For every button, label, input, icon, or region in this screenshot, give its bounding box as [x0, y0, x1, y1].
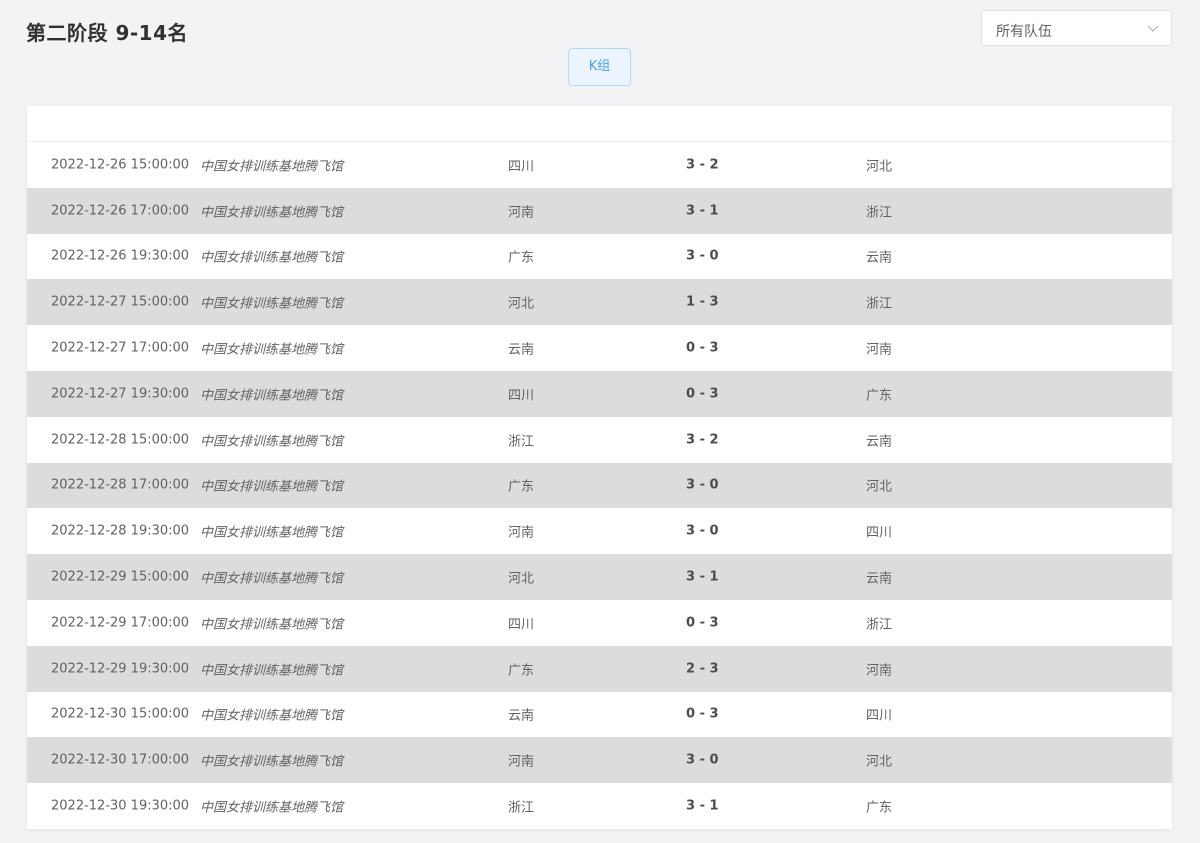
home-team: 河北 — [508, 296, 535, 312]
home-team: 四川 — [508, 617, 535, 633]
table-row: 2022-12-28 19:30:00 中国女排训练基地腾飞馆 河南 3 - 0… — [27, 508, 1172, 554]
away-team: 浙江 — [866, 205, 893, 221]
match-venue: 中国女排训练基地腾飞馆 — [200, 525, 344, 541]
match-score: 3 - 0 — [686, 477, 719, 493]
match-time: 2022-12-29 19:30:00 — [51, 661, 190, 677]
match-venue: 中国女排训练基地腾飞馆 — [200, 617, 344, 633]
table-row: 2022-12-26 19:30:00 中国女排训练基地腾飞馆 广东 3 - 0… — [27, 234, 1172, 280]
match-time: 2022-12-29 17:00:00 — [51, 615, 190, 631]
home-team: 广东 — [508, 479, 535, 495]
match-score: 1 - 3 — [686, 294, 719, 310]
away-team: 浙江 — [866, 296, 893, 312]
team-filter-select[interactable]: 所有队伍 — [981, 10, 1172, 46]
table-row: 2022-12-29 15:00:00 中国女排训练基地腾飞馆 河北 3 - 1… — [27, 554, 1172, 600]
away-team: 四川 — [866, 708, 893, 724]
away-team: 河北 — [866, 479, 893, 495]
home-team: 云南 — [508, 708, 535, 724]
match-time: 2022-12-26 17:00:00 — [51, 203, 190, 219]
match-time: 2022-12-29 15:00:00 — [51, 569, 190, 585]
match-venue: 中国女排训练基地腾飞馆 — [200, 800, 344, 816]
match-score: 3 - 1 — [686, 798, 719, 814]
match-venue: 中国女排训练基地腾飞馆 — [200, 250, 344, 266]
home-team: 浙江 — [508, 434, 535, 450]
table-row: 2022-12-26 15:00:00 中国女排训练基地腾飞馆 四川 3 - 2… — [27, 142, 1172, 188]
match-time: 2022-12-30 19:30:00 — [51, 798, 190, 814]
match-venue: 中国女排训练基地腾飞馆 — [200, 296, 344, 312]
home-team: 四川 — [508, 388, 535, 404]
match-venue: 中国女排训练基地腾飞馆 — [200, 388, 344, 404]
table-row: 2022-12-27 15:00:00 中国女排训练基地腾飞馆 河北 1 - 3… — [27, 279, 1172, 326]
match-score: 3 - 1 — [686, 203, 719, 219]
team-filter-value: 所有队伍 — [996, 24, 1052, 40]
home-team: 河北 — [508, 571, 535, 587]
table-row: 2022-12-27 19:30:00 中国女排训练基地腾飞馆 四川 0 - 3… — [27, 370, 1172, 417]
away-team: 四川 — [866, 525, 893, 541]
match-time: 2022-12-30 17:00:00 — [51, 752, 190, 768]
match-venue: 中国女排训练基地腾飞馆 — [200, 663, 344, 679]
match-time: 2022-12-28 17:00:00 — [51, 477, 190, 493]
match-venue: 中国女排训练基地腾飞馆 — [200, 708, 344, 724]
home-team: 河南 — [508, 205, 535, 221]
match-venue: 中国女排训练基地腾飞馆 — [200, 159, 344, 175]
away-team: 云南 — [866, 571, 893, 587]
away-team: 河南 — [866, 342, 893, 358]
match-venue: 中国女排训练基地腾飞馆 — [200, 479, 344, 495]
match-score: 3 - 0 — [686, 523, 719, 539]
table-body: 2022-12-26 15:00:00 中国女排训练基地腾飞馆 四川 3 - 2… — [27, 142, 1172, 829]
away-team: 广东 — [866, 800, 893, 816]
match-score: 0 - 3 — [686, 386, 719, 402]
match-time: 2022-12-28 15:00:00 — [51, 432, 190, 448]
match-venue: 中国女排训练基地腾飞馆 — [200, 754, 344, 770]
match-time: 2022-12-26 19:30:00 — [51, 248, 190, 264]
match-table: 2022-12-26 15:00:00 中国女排训练基地腾飞馆 四川 3 - 2… — [27, 106, 1172, 829]
table-row: 2022-12-28 17:00:00 中国女排训练基地腾飞馆 广东 3 - 0… — [27, 462, 1172, 509]
chevron-down-icon — [1147, 25, 1159, 32]
match-time: 2022-12-30 15:00:00 — [51, 706, 190, 722]
match-score: 3 - 2 — [686, 157, 719, 173]
away-team: 云南 — [866, 250, 893, 266]
match-score: 3 - 0 — [686, 752, 719, 768]
match-score: 3 - 1 — [686, 569, 719, 585]
home-team: 广东 — [508, 663, 535, 679]
away-team: 河北 — [866, 754, 893, 770]
match-time: 2022-12-27 19:30:00 — [51, 386, 190, 402]
match-time: 2022-12-28 19:30:00 — [51, 523, 190, 539]
table-row: 2022-12-27 17:00:00 中国女排训练基地腾飞馆 云南 0 - 3… — [27, 325, 1172, 371]
table-row: 2022-12-29 19:30:00 中国女排训练基地腾飞馆 广东 2 - 3… — [27, 645, 1172, 692]
match-time: 2022-12-27 17:00:00 — [51, 340, 190, 356]
match-score: 0 - 3 — [686, 706, 719, 722]
page-title: 第二阶段 9-14名 — [26, 21, 189, 45]
match-venue: 中国女排训练基地腾飞馆 — [200, 571, 344, 587]
home-team: 广东 — [508, 250, 535, 266]
away-team: 浙江 — [866, 617, 893, 633]
table-row: 2022-12-30 15:00:00 中国女排训练基地腾飞馆 云南 0 - 3… — [27, 692, 1172, 738]
match-venue: 中国女排训练基地腾飞馆 — [200, 205, 344, 221]
match-time: 2022-12-26 15:00:00 — [51, 157, 190, 173]
home-team: 四川 — [508, 159, 535, 175]
match-score: 0 - 3 — [686, 340, 719, 356]
away-team: 河北 — [866, 159, 893, 175]
match-score: 3 - 2 — [686, 432, 719, 448]
table-row: 2022-12-28 15:00:00 中国女排训练基地腾飞馆 浙江 3 - 2… — [27, 417, 1172, 463]
table-row: 2022-12-30 17:00:00 中国女排训练基地腾飞馆 河南 3 - 0… — [27, 737, 1172, 784]
home-team: 云南 — [508, 342, 535, 358]
away-team: 河南 — [866, 663, 893, 679]
match-venue: 中国女排训练基地腾飞馆 — [200, 434, 344, 450]
table-row: 2022-12-29 17:00:00 中国女排训练基地腾飞馆 四川 0 - 3… — [27, 600, 1172, 646]
home-team: 河南 — [508, 754, 535, 770]
home-team: 浙江 — [508, 800, 535, 816]
match-score: 3 - 0 — [686, 248, 719, 264]
away-team: 广东 — [866, 388, 893, 404]
match-score: 2 - 3 — [686, 661, 719, 677]
match-score: 0 - 3 — [686, 615, 719, 631]
match-time: 2022-12-27 15:00:00 — [51, 294, 190, 310]
home-team: 河南 — [508, 525, 535, 541]
table-row: 2022-12-26 17:00:00 中国女排训练基地腾飞馆 河南 3 - 1… — [27, 187, 1172, 234]
table-header — [27, 106, 1172, 142]
away-team: 云南 — [866, 434, 893, 450]
match-venue: 中国女排训练基地腾飞馆 — [200, 342, 344, 358]
table-row: 2022-12-30 19:30:00 中国女排训练基地腾飞馆 浙江 3 - 1… — [27, 783, 1172, 829]
tab-group-k[interactable]: K组 — [568, 48, 631, 86]
